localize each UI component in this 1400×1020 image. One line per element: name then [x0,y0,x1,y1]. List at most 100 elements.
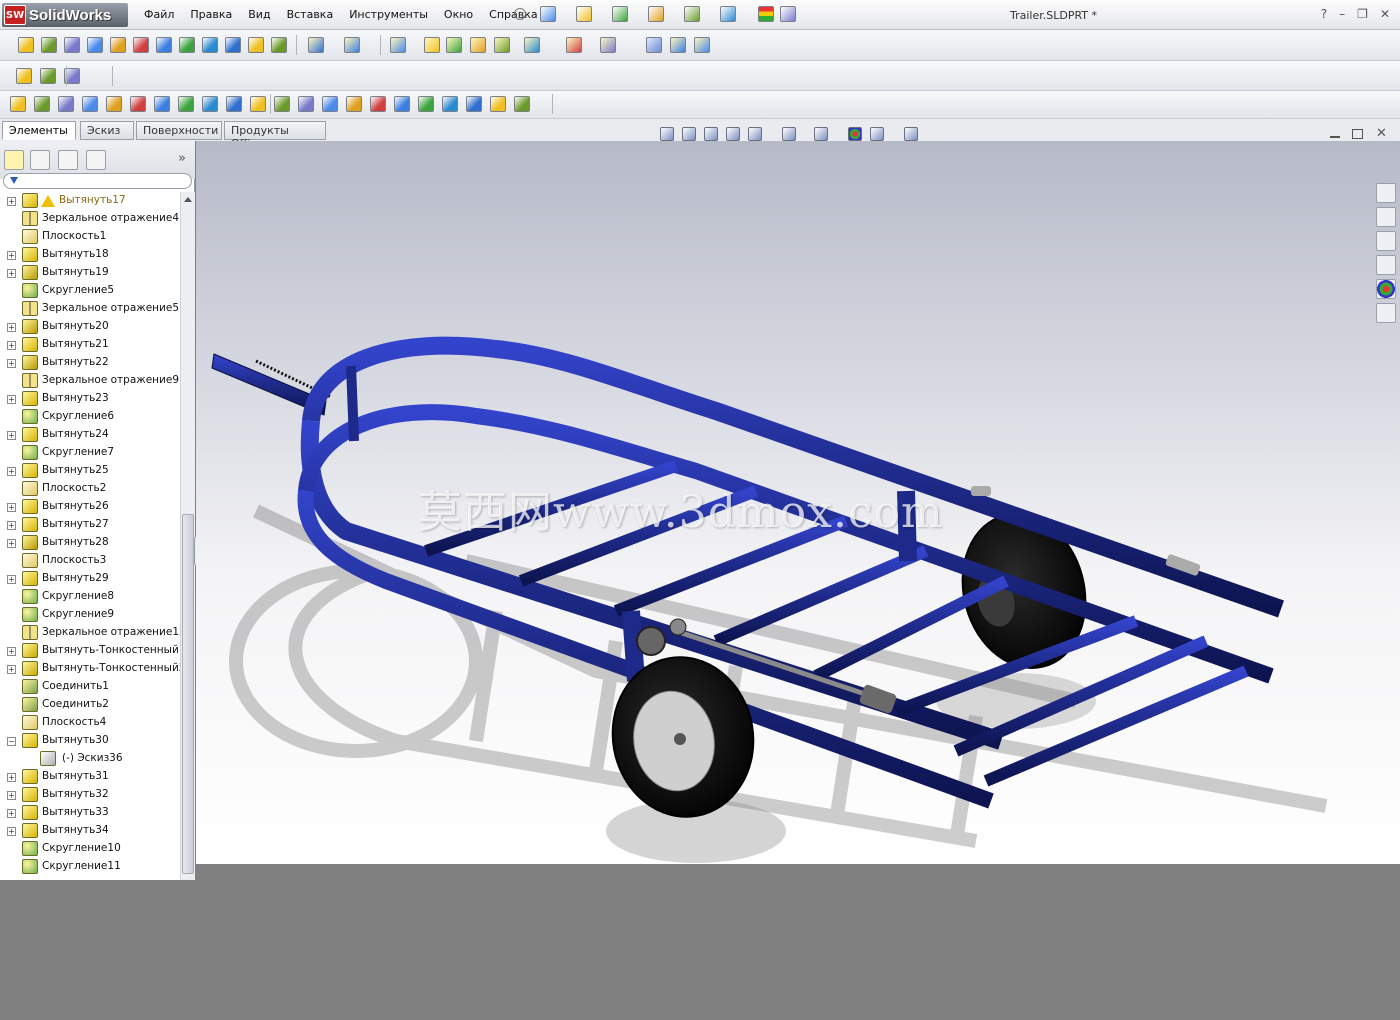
viewport-close-button[interactable]: ✕ [1376,126,1387,141]
scrollbar-thumb[interactable] [182,514,194,874]
apply-scene-icon[interactable] [870,127,884,141]
tb1-feature-tool-icon[interactable] [494,37,510,53]
tree-row[interactable]: Скругление8 [0,588,180,606]
expand-toggle-icon[interactable]: + [7,251,16,260]
tab-0[interactable]: Элементы [2,121,76,140]
tb1-tool-icon[interactable] [156,37,172,53]
solidworks-logo[interactable]: SW SolidWorks [2,3,128,27]
tree-row[interactable]: Зеркальное отражение5 [0,300,180,318]
tb3-tool-icon[interactable] [202,96,218,112]
tb1-tool-icon[interactable] [18,37,34,53]
expand-toggle-icon[interactable]: + [7,773,16,782]
expand-toggle-icon[interactable]: + [7,359,16,368]
tb3-tool-icon[interactable] [514,96,530,112]
tree-row[interactable]: Плоскость2 [0,480,180,498]
tb3-tool-icon[interactable] [346,96,362,112]
tree-row[interactable]: + Вытянуть19 [0,264,180,282]
tree-row[interactable]: + Вытянуть34 [0,822,180,840]
tree-row[interactable]: Соединить1 [0,678,180,696]
tb1-feature-tool-icon[interactable] [470,37,486,53]
tree-row[interactable]: + Вытянуть28 [0,534,180,552]
tb1-tool-icon[interactable] [64,37,80,53]
tb3-tool-icon[interactable] [10,96,26,112]
tree-row[interactable]: + Вытянуть32 [0,786,180,804]
tree-row[interactable]: + Вытянуть-Тонкостенный2 [0,660,180,678]
tree-row[interactable]: + Вытянуть18 [0,246,180,264]
tb2-tool-icon[interactable] [16,68,32,84]
tb1-feature-tool-icon[interactable] [566,37,582,53]
zoom-area-icon[interactable] [682,127,696,141]
tree-row[interactable]: + Вытянуть17 [0,192,180,210]
viewport-minimize-button[interactable] [1330,136,1340,138]
tree-row[interactable]: + Вытянуть20 [0,318,180,336]
expand-toggle-icon[interactable]: + [7,323,16,332]
tree-row[interactable]: Плоскость4 [0,714,180,732]
expand-toggle-icon[interactable]: + [7,809,16,818]
tb1-tool-icon[interactable] [271,37,287,53]
view-orientation-icon[interactable] [748,127,762,141]
tb3-tool-icon[interactable] [250,96,266,112]
quick-access-icon[interactable] [576,6,592,22]
tb1-tool-icon[interactable] [225,37,241,53]
home-icon[interactable] [1376,183,1396,203]
tab-1[interactable]: Эскиз [80,121,134,140]
view-settings-icon[interactable] [904,127,918,141]
quick-access-icon[interactable] [720,6,736,22]
expand-toggle-icon[interactable]: + [7,575,16,584]
quick-access-icon[interactable] [780,6,796,22]
collapse-toggle-icon[interactable]: − [7,737,16,746]
tb1-feature-tool-icon[interactable] [524,37,540,53]
tree-row[interactable]: − Вытянуть30 [0,732,180,750]
viewport-restore-button[interactable] [1352,129,1363,139]
file-explorer-icon[interactable] [1376,231,1396,251]
configuration-manager-tab-icon[interactable] [58,150,78,170]
tree-row[interactable]: Скругление6 [0,408,180,426]
quick-access-icon[interactable] [540,6,556,22]
tb1-feature-tool-icon[interactable] [446,37,462,53]
tree-row[interactable]: + Вытянуть-Тонкостенный1 [0,642,180,660]
restore-button[interactable]: ❐ [1357,7,1368,21]
scroll-up-icon[interactable] [184,197,192,202]
expand-toggle-icon[interactable]: + [7,647,16,656]
tb1-tool-icon[interactable] [202,37,218,53]
tree-row[interactable]: + Вытянуть21 [0,336,180,354]
quick-access-icon[interactable] [612,6,628,22]
expand-toggle-icon[interactable]: + [7,269,16,278]
tree-row[interactable]: + Вытянуть29 [0,570,180,588]
tree-row[interactable]: Скругление11 [0,858,180,876]
menu-item[interactable]: Вид [248,8,270,21]
pin-icon[interactable] [514,8,526,20]
expand-toggle-icon[interactable]: + [7,827,16,836]
tb3-tool-icon[interactable] [58,96,74,112]
expand-toggle-icon[interactable]: + [7,395,16,404]
expand-toggle-icon[interactable]: + [7,665,16,674]
tb1-feature-tool-icon[interactable] [646,37,662,53]
tb1-feature-tool-icon[interactable] [308,37,324,53]
quick-access-icon[interactable] [684,6,700,22]
feature-manager-tab-icon[interactable] [4,150,24,170]
expand-toggle-icon[interactable]: + [7,503,16,512]
tree-row[interactable]: + Вытянуть33 [0,804,180,822]
tb3-tool-icon[interactable] [154,96,170,112]
tb1-tool-icon[interactable] [110,37,126,53]
tb1-feature-tool-icon[interactable] [670,37,686,53]
collapse-panel-icon[interactable]: » [178,151,186,166]
expand-toggle-icon[interactable]: + [7,467,16,476]
expand-toggle-icon[interactable]: + [7,341,16,350]
tb3-tool-icon[interactable] [418,96,434,112]
tree-row[interactable]: (-) Эскиз36 [0,750,180,768]
quick-access-icon[interactable] [648,6,664,22]
tree-row[interactable]: + Вытянуть24 [0,426,180,444]
tab-3[interactable]: Продукты Office [224,121,326,150]
expand-toggle-icon[interactable]: + [7,197,16,206]
tb1-feature-tool-icon[interactable] [424,37,440,53]
tb1-tool-icon[interactable] [248,37,264,53]
tb1-feature-tool-icon[interactable] [694,37,710,53]
hide-show-icon[interactable] [814,127,828,141]
tree-row[interactable]: Зеркальное отражение9 [0,372,180,390]
tb1-tool-icon[interactable] [41,37,57,53]
tb3-tool-icon[interactable] [490,96,506,112]
menu-item[interactable]: Файл [144,8,174,21]
tb1-feature-tool-icon[interactable] [390,37,406,53]
tb1-tool-icon[interactable] [179,37,195,53]
